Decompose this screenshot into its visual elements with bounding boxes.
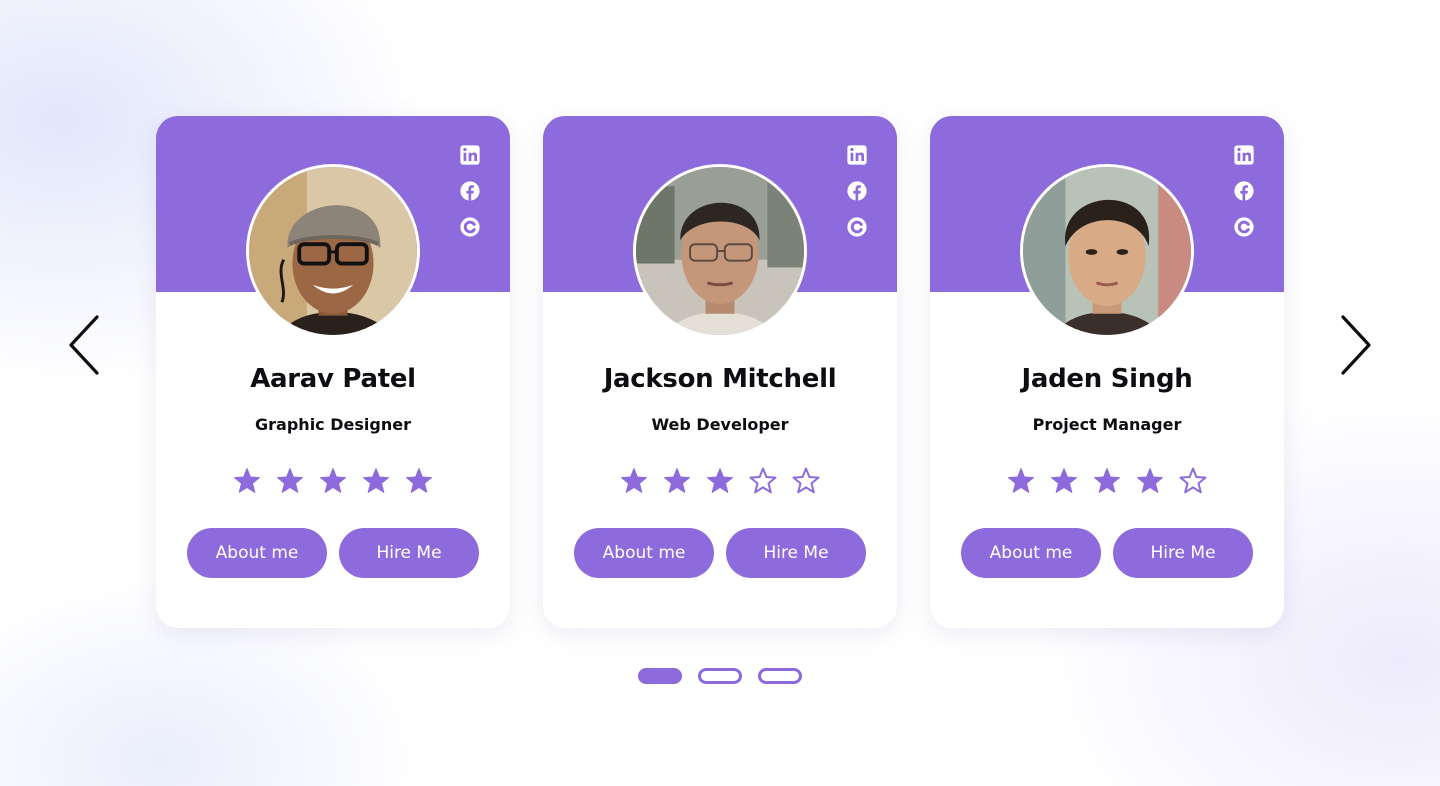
hire-me-button[interactable]: Hire Me	[339, 528, 479, 578]
star-filled-icon	[619, 466, 649, 496]
star-filled-icon	[361, 466, 391, 496]
carousel-next-button[interactable]	[1330, 310, 1378, 380]
linkedin-icon[interactable]	[459, 144, 481, 166]
avatar	[1020, 164, 1194, 338]
c-logo-icon[interactable]	[1233, 216, 1255, 238]
about-me-button[interactable]: About me	[961, 528, 1101, 578]
profile-name: Aarav Patel	[250, 364, 416, 394]
facebook-icon[interactable]	[846, 180, 868, 202]
carousel-dot[interactable]	[758, 668, 802, 684]
star-outline-icon	[1178, 466, 1208, 496]
carousel-dot[interactable]	[698, 668, 742, 684]
avatar	[633, 164, 807, 338]
profile-name: Jackson Mitchell	[603, 364, 837, 394]
star-outline-icon	[791, 466, 821, 496]
star-filled-icon	[1049, 466, 1079, 496]
about-me-button[interactable]: About me	[187, 528, 327, 578]
rating-stars	[156, 466, 510, 496]
social-links	[458, 144, 482, 238]
avatar	[246, 164, 420, 338]
profile-card: Jackson Mitchell Web Developer About me …	[543, 116, 897, 628]
about-me-button[interactable]: About me	[574, 528, 714, 578]
carousel-pagination	[638, 668, 802, 684]
star-filled-icon	[1006, 466, 1036, 496]
profile-role: Project Manager	[1032, 415, 1182, 434]
star-filled-icon	[318, 466, 348, 496]
profile-card: Jaden Singh Project Manager About me Hir…	[930, 116, 1284, 628]
star-filled-icon	[1135, 466, 1165, 496]
star-filled-icon	[705, 466, 735, 496]
rating-stars	[543, 466, 897, 496]
hire-me-button[interactable]: Hire Me	[1113, 528, 1253, 578]
social-links	[1232, 144, 1256, 238]
facebook-icon[interactable]	[1233, 180, 1255, 202]
carousel-prev-button[interactable]	[62, 310, 110, 380]
c-logo-icon[interactable]	[846, 216, 868, 238]
chevron-right-icon	[1341, 315, 1371, 375]
profile-role: Web Developer	[651, 415, 789, 434]
rating-stars	[930, 466, 1284, 496]
social-links	[845, 144, 869, 238]
star-filled-icon	[404, 466, 434, 496]
facebook-icon[interactable]	[459, 180, 481, 202]
linkedin-icon[interactable]	[1233, 144, 1255, 166]
carousel-dot[interactable]	[638, 668, 682, 684]
star-filled-icon	[232, 466, 262, 496]
profile-card: Aarav Patel Graphic Designer About me Hi…	[156, 116, 510, 628]
star-outline-icon	[748, 466, 778, 496]
profile-name: Jaden Singh	[1021, 364, 1193, 394]
chevron-left-icon	[69, 315, 99, 375]
c-logo-icon[interactable]	[459, 216, 481, 238]
star-filled-icon	[1092, 466, 1122, 496]
linkedin-icon[interactable]	[846, 144, 868, 166]
hire-me-button[interactable]: Hire Me	[726, 528, 866, 578]
star-filled-icon	[662, 466, 692, 496]
profile-role: Graphic Designer	[255, 415, 411, 434]
star-filled-icon	[275, 466, 305, 496]
